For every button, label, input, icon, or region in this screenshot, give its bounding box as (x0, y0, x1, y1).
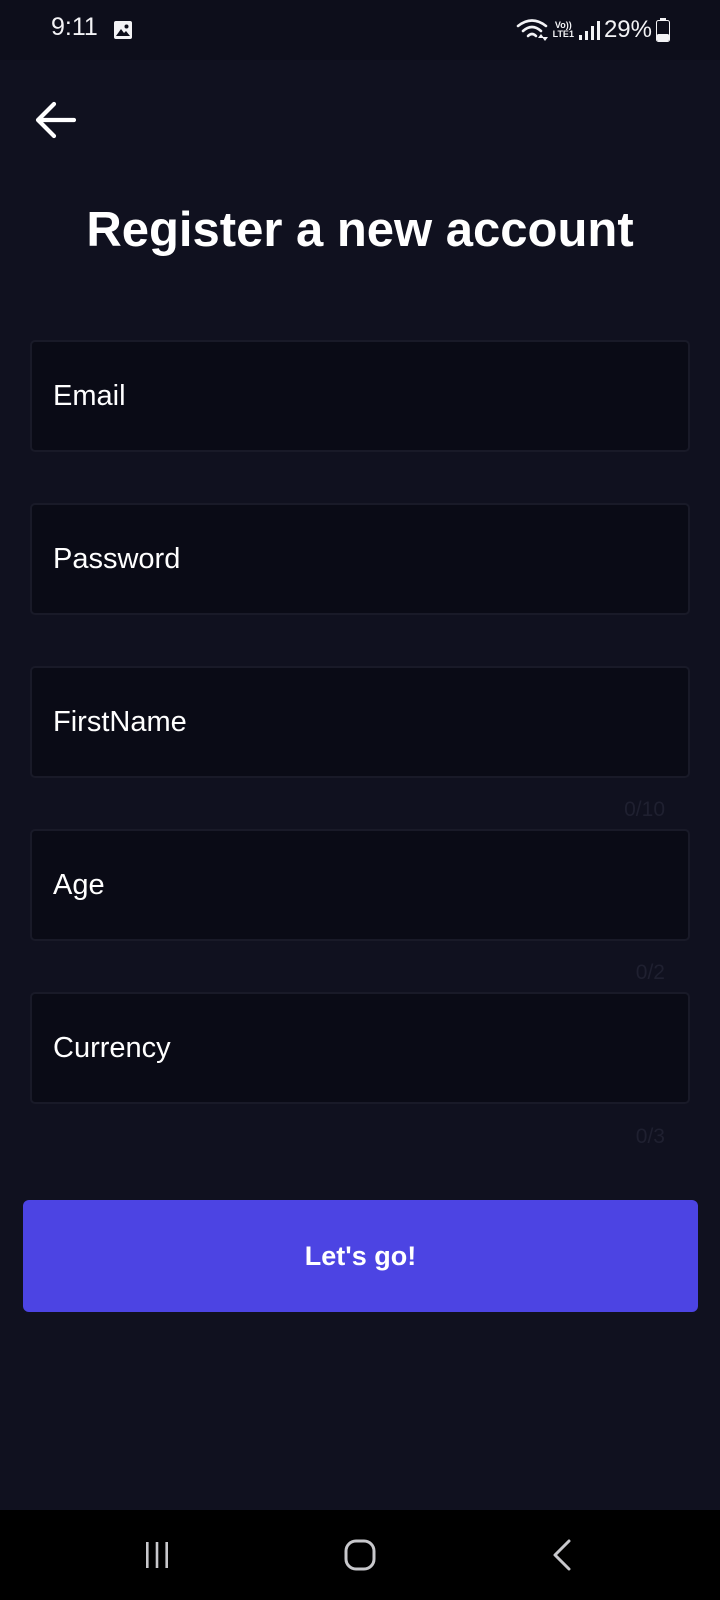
currency-char-counter: 0/3 (635, 1125, 665, 1148)
wifi-icon (516, 19, 548, 41)
nav-back-button[interactable] (532, 1530, 592, 1580)
battery-percentage: 29% (603, 16, 652, 43)
email-field[interactable] (32, 342, 688, 450)
age-field-container[interactable] (30, 829, 690, 941)
email-field-container[interactable] (30, 340, 690, 452)
signal-icon (578, 21, 600, 40)
first-name-char-counter: 0/10 (624, 798, 665, 821)
battery-icon (656, 18, 670, 42)
nav-back-icon (553, 1539, 571, 1571)
page-title: Register a new account (86, 203, 634, 257)
currency-field-container[interactable] (30, 992, 690, 1104)
recent-apps-icon (146, 1542, 168, 1568)
system-nav-bar (0, 1510, 720, 1600)
age-char-counter: 0/2 (635, 961, 665, 984)
recent-apps-button[interactable] (127, 1530, 187, 1580)
submit-button[interactable]: Let's go! (23, 1200, 698, 1312)
currency-field[interactable] (32, 994, 688, 1102)
volte-indicator: Vo)) LTE1 (552, 20, 574, 39)
arrow-left-icon[interactable] (34, 100, 76, 140)
gallery-notification-icon (114, 21, 132, 39)
first-name-field-container[interactable] (30, 666, 690, 778)
password-field-container[interactable] (30, 503, 690, 615)
home-button[interactable] (330, 1530, 390, 1580)
status-time: 9:11 (51, 13, 98, 41)
age-field[interactable] (32, 831, 688, 939)
status-indicators: Vo)) LTE1 29% (515, 14, 670, 46)
password-field[interactable] (32, 505, 688, 613)
first-name-field[interactable] (32, 668, 688, 776)
status-bar: 9:11 Vo)) LTE1 29% (0, 0, 720, 60)
home-icon (344, 1539, 376, 1571)
